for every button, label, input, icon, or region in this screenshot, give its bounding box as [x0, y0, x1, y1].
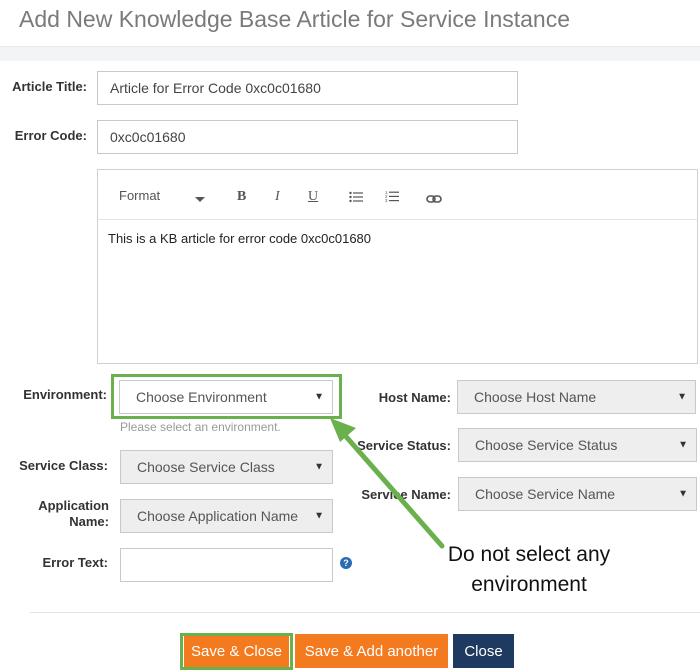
- application-name-select[interactable]: Choose Application Name ▼: [120, 499, 333, 533]
- error-code-label: Error Code:: [14, 128, 87, 143]
- article-title-value: Article for Error Code 0xc0c01680: [110, 80, 321, 96]
- annotation-text: Do not select any environment: [442, 540, 616, 600]
- annotation-line2: environment: [471, 573, 587, 596]
- save-add-another-button[interactable]: Save & Add another: [295, 634, 448, 668]
- environment-select-value: Choose Environment: [136, 389, 267, 405]
- svg-text:3: 3: [385, 198, 388, 203]
- footer-divider: [30, 612, 700, 613]
- underline-icon[interactable]: U: [308, 189, 318, 205]
- save-close-button[interactable]: Save & Close: [184, 636, 289, 667]
- service-class-select[interactable]: Choose Service Class ▼: [120, 450, 333, 484]
- service-status-select-value: Choose Service Status: [475, 437, 618, 453]
- service-class-select-value: Choose Service Class: [137, 459, 275, 475]
- error-text-input[interactable]: [120, 548, 333, 582]
- application-name-label: Application Name:: [5, 498, 109, 530]
- dropdown-arrow-icon: ▼: [677, 391, 687, 403]
- host-name-select[interactable]: Choose Host Name ▼: [457, 380, 696, 414]
- environment-hint: Please select an environment.: [120, 420, 281, 434]
- error-text-label: Error Text:: [42, 555, 109, 570]
- service-name-select[interactable]: Choose Service Name ▼: [458, 477, 697, 511]
- application-name-label-line2: Name:: [69, 514, 109, 529]
- host-name-label: Host Name:: [378, 390, 451, 405]
- numbered-list-icon[interactable]: 1 2 3: [385, 190, 399, 208]
- annotation-arrow-icon: [330, 418, 445, 549]
- bold-icon[interactable]: B: [237, 189, 246, 205]
- dropdown-arrow-icon: ▼: [678, 439, 688, 451]
- environment-label: Environment:: [23, 387, 107, 402]
- link-icon[interactable]: [426, 191, 442, 209]
- service-class-label: Service Class:: [19, 458, 108, 473]
- error-code-input[interactable]: 0xc0c01680: [97, 120, 518, 154]
- host-name-select-value: Choose Host Name: [474, 389, 597, 405]
- application-name-label-line1: Application: [38, 498, 109, 513]
- environment-select[interactable]: Choose Environment ▼: [119, 380, 333, 414]
- service-name-select-value: Choose Service Name: [475, 486, 616, 502]
- editor-content[interactable]: This is a KB article for error code 0xc0…: [108, 231, 371, 246]
- dropdown-arrow-icon: ▼: [314, 391, 324, 403]
- chevron-down-icon[interactable]: [194, 191, 206, 209]
- annotation-line1: Do not select any: [447, 543, 611, 566]
- italic-icon[interactable]: I: [275, 189, 280, 205]
- bullet-list-icon[interactable]: [349, 190, 363, 208]
- service-status-select[interactable]: Choose Service Status ▼: [458, 428, 697, 462]
- format-dropdown-label[interactable]: Format: [119, 188, 160, 203]
- article-title-input[interactable]: Article for Error Code 0xc0c01680: [97, 71, 518, 105]
- dropdown-arrow-icon: ▼: [678, 488, 688, 500]
- dialog-title: Add New Knowledge Base Article for Servi…: [19, 6, 571, 32]
- error-code-value: 0xc0c01680: [110, 129, 186, 145]
- close-button[interactable]: Close: [453, 634, 514, 668]
- article-title-label: Article Title:: [12, 79, 87, 94]
- title-divider: [0, 46, 700, 61]
- application-name-select-value: Choose Application Name: [137, 508, 299, 524]
